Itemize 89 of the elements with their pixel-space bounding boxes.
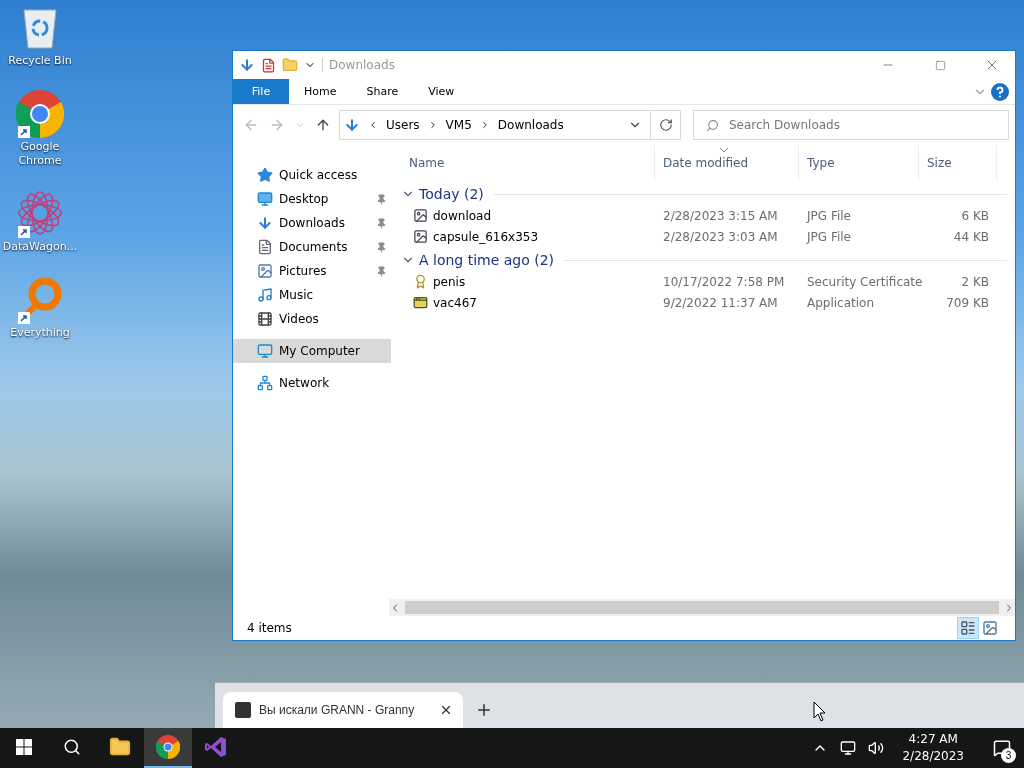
horizontal-scrollbar[interactable] [389, 599, 1015, 616]
group-header[interactable]: A long time ago (2) [419, 252, 555, 268]
chrome-logo-icon [156, 735, 180, 759]
nav-item[interactable]: Quick access [233, 163, 391, 187]
status-text: 4 items [247, 621, 292, 635]
star-icon [257, 167, 273, 183]
search-field[interactable]: Search Downloads [693, 110, 1009, 140]
monitor-icon [257, 191, 273, 207]
nav-item[interactable]: Downloads [233, 211, 391, 235]
file-size: 6 KB [961, 208, 989, 223]
application-icon [413, 295, 428, 310]
music-note-icon [257, 287, 273, 303]
monitor-icon [840, 740, 857, 756]
nav-item[interactable]: Desktop [233, 187, 391, 211]
ribbon-tab[interactable]: Home [289, 79, 352, 104]
breadcrumb-item[interactable]: VM5 [445, 118, 472, 132]
ribbon-tab[interactable]: File [233, 79, 289, 104]
file-type: Security Certificate [807, 274, 923, 289]
file-size: 709 KB [946, 295, 989, 310]
details-view-button[interactable] [957, 617, 979, 639]
ribbon-tab[interactable]: Share [351, 79, 414, 104]
desktop-icon-label[interactable]: Recycle Bin [8, 54, 72, 68]
properties-icon[interactable] [261, 57, 276, 73]
certificate-icon [413, 274, 428, 289]
nav-item[interactable]: Videos [233, 307, 391, 331]
file-date: 10/17/2022 7:58 PM [663, 274, 785, 289]
file-name[interactable]: penis [433, 274, 466, 289]
picture-icon [982, 620, 998, 636]
file-name[interactable]: vac467 [433, 295, 477, 310]
address-bar[interactable]: Users VM5 Downloads [339, 110, 651, 140]
folder-icon [109, 736, 131, 758]
ribbon-tab[interactable]: View [413, 79, 470, 104]
file-size: 44 KB [953, 229, 989, 244]
maximize-icon [934, 59, 946, 71]
group-header[interactable]: Today (2) [419, 186, 484, 202]
document-icon [257, 239, 273, 255]
speaker-icon [868, 740, 885, 756]
picture-icon [257, 263, 273, 279]
notifications-button[interactable]: 3 [980, 728, 1024, 768]
overflow-chevron-icon [368, 120, 378, 130]
file-type: JPG File [807, 208, 851, 223]
windows-logo-icon [16, 739, 32, 755]
image-file-icon [413, 229, 428, 244]
image-file-icon [413, 208, 428, 223]
film-icon [257, 311, 273, 327]
file-size: 2 KB [961, 274, 989, 289]
search-icon [706, 118, 719, 132]
nav-item[interactable]: Network [233, 371, 391, 395]
plus-icon [475, 701, 493, 719]
nav-item[interactable]: Documents [233, 235, 391, 259]
column-header[interactable]: Size [919, 145, 997, 181]
browser-tab[interactable]: Вы искали GRANN - Granny [223, 692, 463, 728]
window-title: Downloads [322, 58, 395, 72]
monitor-icon [257, 343, 273, 359]
file-date: 2/28/2023 3:03 AM [663, 229, 778, 244]
file-name[interactable]: capsule_616x353 [433, 229, 539, 244]
file-name[interactable]: download [433, 208, 492, 223]
clock-button[interactable]: 4:27 AM 2/28/2023 [894, 731, 972, 765]
chrome-logo-icon[interactable] [16, 90, 64, 138]
breadcrumb-item[interactable]: Downloads [497, 118, 564, 132]
caret-icon [295, 120, 305, 130]
taskbar-app-button[interactable] [144, 728, 192, 768]
file-date: 9/2/2022 11:37 AM [663, 295, 778, 310]
star-pattern-icon[interactable] [17, 190, 63, 236]
nav-item[interactable]: Music [233, 283, 391, 307]
message-icon [993, 739, 1011, 757]
refresh-button[interactable] [651, 110, 681, 140]
close-icon [439, 703, 453, 717]
new-tab-button[interactable] [475, 701, 493, 719]
column-header[interactable]: Name [401, 145, 655, 181]
file-date: 2/28/2023 3:15 AM [663, 208, 778, 223]
visual-studio-icon [204, 735, 228, 759]
help-icon [991, 82, 1009, 101]
forward-arrow-icon [269, 117, 285, 133]
file-type: JPG File [807, 229, 851, 244]
network-icon [257, 375, 273, 391]
nav-item[interactable]: Pictures [233, 259, 391, 283]
close-tab-button[interactable] [439, 703, 453, 717]
breadcrumb-item[interactable]: Users [386, 118, 420, 132]
favicon-placeholder [235, 702, 251, 718]
search-icon [63, 738, 81, 756]
nav-item[interactable]: My Computer [233, 339, 391, 363]
details-list-icon [960, 620, 976, 636]
column-header[interactable]: Type [799, 145, 919, 181]
mouse-cursor-icon [813, 701, 827, 723]
refresh-icon [658, 118, 673, 132]
file-type: Application [807, 295, 875, 310]
download-arrow-icon[interactable] [239, 57, 255, 73]
column-header[interactable]: Date modified [655, 145, 799, 181]
